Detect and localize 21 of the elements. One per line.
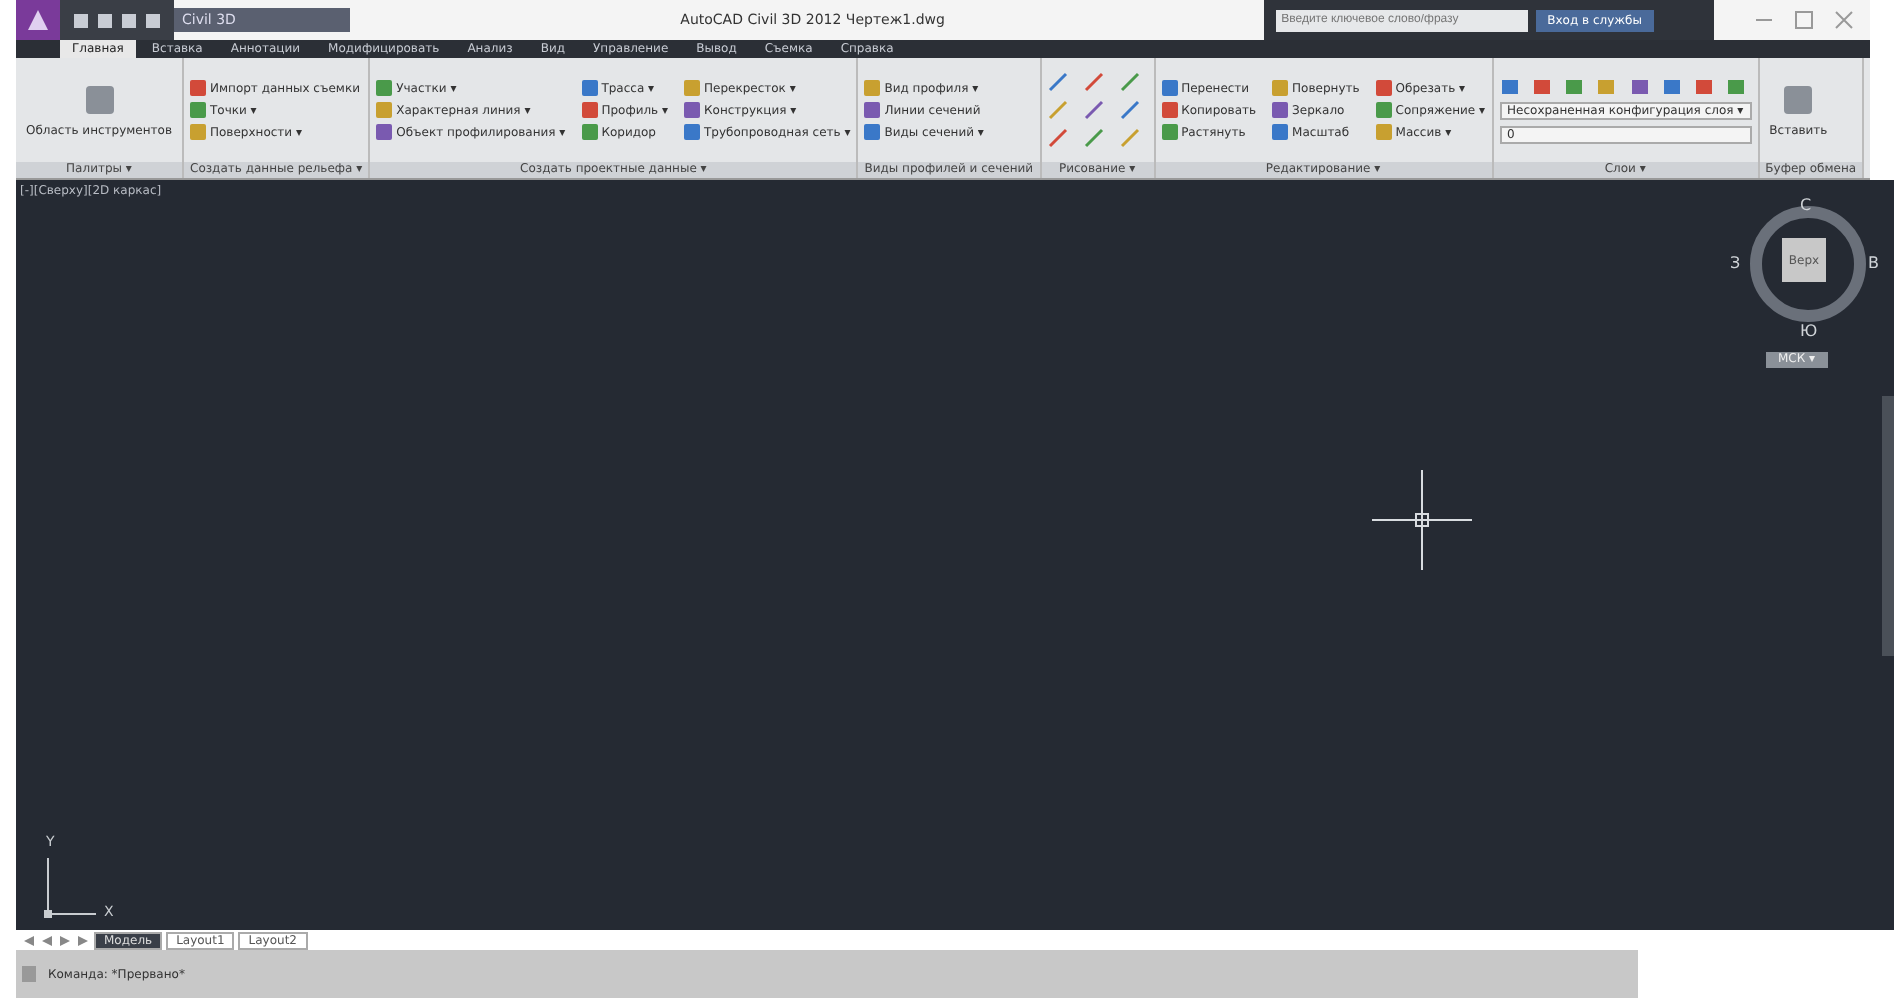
layer-tool-icon[interactable] [1499, 77, 1520, 95]
compass-letter: С [1800, 196, 1812, 214]
tool-icon [81, 82, 117, 118]
layer-tool-icon[interactable] [1564, 77, 1585, 95]
layer-tool-icon[interactable] [1694, 77, 1715, 95]
compass-letter: Ю [1800, 322, 1818, 340]
layer-tool-icon[interactable] [1661, 77, 1682, 95]
close-icon[interactable] [1834, 10, 1854, 30]
layer-tool-icon[interactable] [1629, 77, 1650, 95]
logo-icon [24, 6, 52, 34]
layer-tool-icon[interactable] [1596, 77, 1617, 95]
compass-letter: З [1730, 254, 1741, 272]
app-menu-button[interactable] [16, 0, 60, 40]
layer-tool-icon[interactable] [1531, 77, 1552, 95]
tool-icon [1780, 82, 1817, 118]
maximize-icon[interactable] [1794, 10, 1814, 30]
grip-icon [22, 966, 36, 982]
layer-tool-icon[interactable] [1726, 77, 1747, 95]
compass-letter: В [1868, 254, 1879, 272]
compass-ring[interactable] [1744, 200, 1872, 328]
crosshair-cursor [1372, 470, 1472, 570]
